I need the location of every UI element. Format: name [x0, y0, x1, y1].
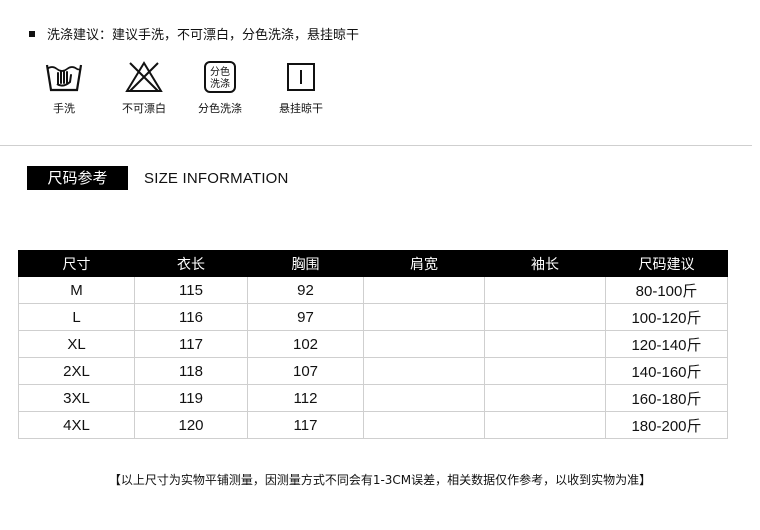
header-length: 衣长: [134, 250, 248, 277]
care-icons: 手洗 不可漂白 分色 洗涤 分色洗涤 悬挂晾干: [0, 60, 360, 120]
wash-advice: 洗涤建议：建议手洗，不可漂白，分色洗涤，悬挂晾干: [29, 24, 359, 43]
cell-chest: 97: [247, 303, 364, 331]
size-table: 尺寸 衣长 胸围 肩宽 袖长 尺码建议 M 115 92 80-100斤 L 1…: [18, 250, 728, 439]
header-recommend: 尺码建议: [605, 250, 728, 277]
cell-sleeve: [484, 357, 606, 385]
care-label: 悬挂晾干: [279, 102, 323, 115]
care-label: 分色洗涤: [198, 102, 242, 115]
cell-chest: 107: [247, 357, 364, 385]
cell-chest: 92: [247, 276, 364, 304]
size-title-en: SIZE INFORMATION: [144, 169, 289, 187]
care-item-no-bleach: 不可漂白: [104, 60, 184, 116]
hang-dry-icon: [287, 63, 315, 91]
care-item-hang-dry: 悬挂晾干: [261, 60, 341, 116]
table-row: 2XL 118 107 140-160斤: [18, 357, 728, 385]
cell-sleeve: [484, 276, 606, 304]
cell-shoulder: [363, 303, 485, 331]
cell-chest: 112: [247, 384, 364, 412]
table-row: M 115 92 80-100斤: [18, 276, 728, 304]
table-header-row: 尺寸 衣长 胸围 肩宽 袖长 尺码建议: [18, 250, 728, 277]
cell-shoulder: [363, 330, 485, 358]
bullet-icon: [29, 30, 35, 37]
cell-shoulder: [363, 411, 485, 439]
header-sleeve: 袖长: [484, 250, 606, 277]
cell-recommend: 120-140斤: [605, 330, 728, 358]
cell-sleeve: [484, 303, 606, 331]
cell-shoulder: [363, 384, 485, 412]
cell-shoulder: [363, 276, 485, 304]
cell-size: XL: [18, 330, 135, 358]
wash-separately-glyph-bottom: 洗涤: [210, 77, 230, 90]
cell-shoulder: [363, 357, 485, 385]
header-chest: 胸围: [247, 250, 364, 277]
table-row: 4XL 120 117 180-200斤: [18, 411, 728, 439]
wash-separately-glyph-top: 分色: [210, 65, 230, 78]
section-divider: [0, 145, 752, 146]
size-section-header: 尺码参考 SIZE INFORMATION: [27, 166, 289, 190]
cell-length: 120: [134, 411, 248, 439]
care-label: 手洗: [53, 102, 75, 115]
cell-length: 119: [134, 384, 248, 412]
no-bleach-icon: [125, 61, 163, 92]
cell-size: 3XL: [18, 384, 135, 412]
cell-sleeve: [484, 330, 606, 358]
cell-length: 118: [134, 357, 248, 385]
cell-sleeve: [484, 384, 606, 412]
wash-advice-text: 洗涤建议：建议手洗，不可漂白，分色洗涤，悬挂晾干: [47, 28, 360, 43]
care-label: 不可漂白: [122, 102, 166, 115]
cell-length: 117: [134, 330, 248, 358]
header-size: 尺寸: [18, 250, 135, 277]
cell-recommend: 80-100斤: [605, 276, 728, 304]
table-row: 3XL 119 112 160-180斤: [18, 384, 728, 412]
cell-recommend: 180-200斤: [605, 411, 728, 439]
cell-size: L: [18, 303, 135, 331]
table-row: XL 117 102 120-140斤: [18, 330, 728, 358]
measurement-note: 【以上尺寸为实物平铺测量，因测量方式不同会有1-3CM误差，相关数据仅作参考，以…: [108, 473, 652, 487]
cell-length: 115: [134, 276, 248, 304]
cell-recommend: 140-160斤: [605, 357, 728, 385]
size-badge: 尺码参考: [27, 166, 128, 190]
wash-separately-icon: 分色 洗涤: [204, 61, 236, 93]
care-item-wash-separately: 分色 洗涤 分色洗涤: [180, 60, 260, 116]
hand-wash-icon: [45, 64, 83, 92]
table-row: L 116 97 100-120斤: [18, 303, 728, 331]
cell-sleeve: [484, 411, 606, 439]
cell-length: 116: [134, 303, 248, 331]
cell-size: M: [18, 276, 135, 304]
cell-recommend: 160-180斤: [605, 384, 728, 412]
cell-recommend: 100-120斤: [605, 303, 728, 331]
care-item-hand-wash: 手洗: [24, 60, 104, 116]
cell-chest: 117: [247, 411, 364, 439]
cell-size: 4XL: [18, 411, 135, 439]
cell-size: 2XL: [18, 357, 135, 385]
cell-chest: 102: [247, 330, 364, 358]
header-shoulder: 肩宽: [363, 250, 485, 277]
